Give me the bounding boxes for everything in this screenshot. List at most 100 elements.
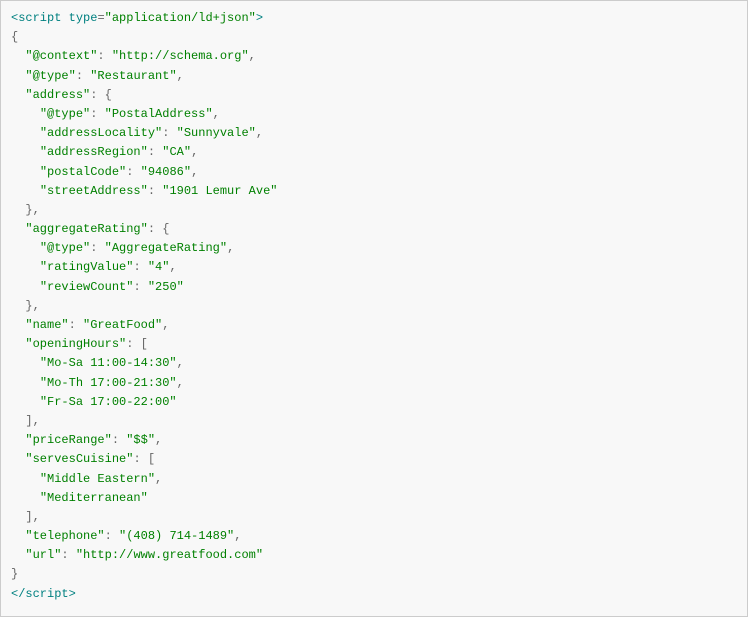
code-token: : [133,260,147,274]
code-token: </scr [11,587,47,601]
code-token: "telephone" [25,529,104,543]
code-token: , [177,356,184,370]
code-token: , [33,299,40,313]
code-token: "Mediterranean" [40,491,148,505]
code-token: : [148,145,162,159]
code-line: } [11,565,737,584]
code-token: "Mo-Sa 11:00-14:30" [40,356,177,370]
code-line: "name": "GreatFood", [11,316,737,335]
code-token: , [33,414,40,428]
code-token: { [162,222,169,236]
code-token: , [155,472,162,486]
code-token [11,107,40,121]
code-token: : [105,529,119,543]
code-token: "@type" [40,107,90,121]
code-token [11,49,25,63]
code-token [11,69,25,83]
code-token: "@type" [25,69,75,83]
code-token: "aggregateRating" [25,222,147,236]
code-token [11,184,40,198]
code-token: : [126,337,140,351]
code-line: "streetAddress": "1901 Lemur Ave" [11,182,737,201]
code-token: "name" [25,318,68,332]
code-line: </script> [11,585,737,604]
code-token: "address" [25,88,90,102]
code-token: , [177,376,184,390]
code-token [11,491,40,505]
code-token: "reviewCount" [40,280,134,294]
code-token: , [227,241,234,255]
code-token: "Middle Eastern" [40,472,155,486]
code-token: ] [25,510,32,524]
code-line: "postalCode": "94086", [11,163,737,182]
code-token: { [11,30,18,44]
code-token: : [90,107,104,121]
code-line: "priceRange": "$$", [11,431,737,450]
code-line: "address": { [11,86,737,105]
code-token: , [177,69,184,83]
code-token [11,452,25,466]
code-token: , [162,318,169,332]
code-token: "@context" [25,49,97,63]
code-line: }, [11,297,737,316]
code-line: "Fr-Sa 17:00-22:00" [11,393,737,412]
code-line: "reviewCount": "250" [11,278,737,297]
code-token: , [256,126,263,140]
code-token: "94086" [141,165,191,179]
code-line: "ratingValue": "4", [11,258,737,277]
code-token: "http://schema.org" [112,49,249,63]
code-token: "addressRegion" [40,145,148,159]
code-token: : [97,49,111,63]
code-line: "@type": "AggregateRating", [11,239,737,258]
code-token: : [148,184,162,198]
code-line: "@type": "PostalAddress", [11,105,737,124]
code-token [11,356,40,370]
code-token: > [256,11,263,25]
code-line: "addressLocality": "Sunnyvale", [11,124,737,143]
code-token [11,414,25,428]
code-token: , [234,529,241,543]
code-token: } [11,567,18,581]
code-token: "streetAddress" [40,184,148,198]
code-token: "addressLocality" [40,126,162,140]
code-token [11,299,25,313]
code-token [11,203,25,217]
code-token: : [69,318,83,332]
code-token: "AggregateRating" [105,241,227,255]
code-line: "servesCuisine": [ [11,450,737,469]
code-line: "openingHours": [ [11,335,737,354]
code-line: "Mo-Sa 11:00-14:30", [11,354,737,373]
code-token: : [90,241,104,255]
code-token [11,472,40,486]
code-line: "Middle Eastern", [11,470,737,489]
code-token: , [33,510,40,524]
code-token: "CA" [162,145,191,159]
code-token: [ [148,452,155,466]
code-token: "Restaurant" [90,69,176,83]
code-token [11,222,25,236]
code-token: : [76,69,90,83]
code-token: "Sunnyvale" [177,126,256,140]
code-token: "openingHours" [25,337,126,351]
code-line: }, [11,201,737,220]
code-token: , [169,260,176,274]
code-token: type [69,11,98,25]
code-token: : [148,222,162,236]
code-token [11,280,40,294]
code-token: : [133,452,147,466]
code-token: : [61,548,75,562]
code-token: "(408) 714-1489" [119,529,234,543]
code-token: : [162,126,176,140]
code-token: "4" [148,260,170,274]
code-token [11,260,40,274]
code-token: "GreatFood" [83,318,162,332]
code-token: , [33,203,40,217]
code-token [11,548,25,562]
code-token [11,529,25,543]
code-token: "Fr-Sa 17:00-22:00" [40,395,177,409]
code-block: <script type="application/ld+json">{ "@c… [0,0,748,617]
code-token: "postalCode" [40,165,126,179]
code-line: "aggregateRating": { [11,220,737,239]
code-token: "PostalAddress" [105,107,213,121]
code-token: "250" [148,280,184,294]
